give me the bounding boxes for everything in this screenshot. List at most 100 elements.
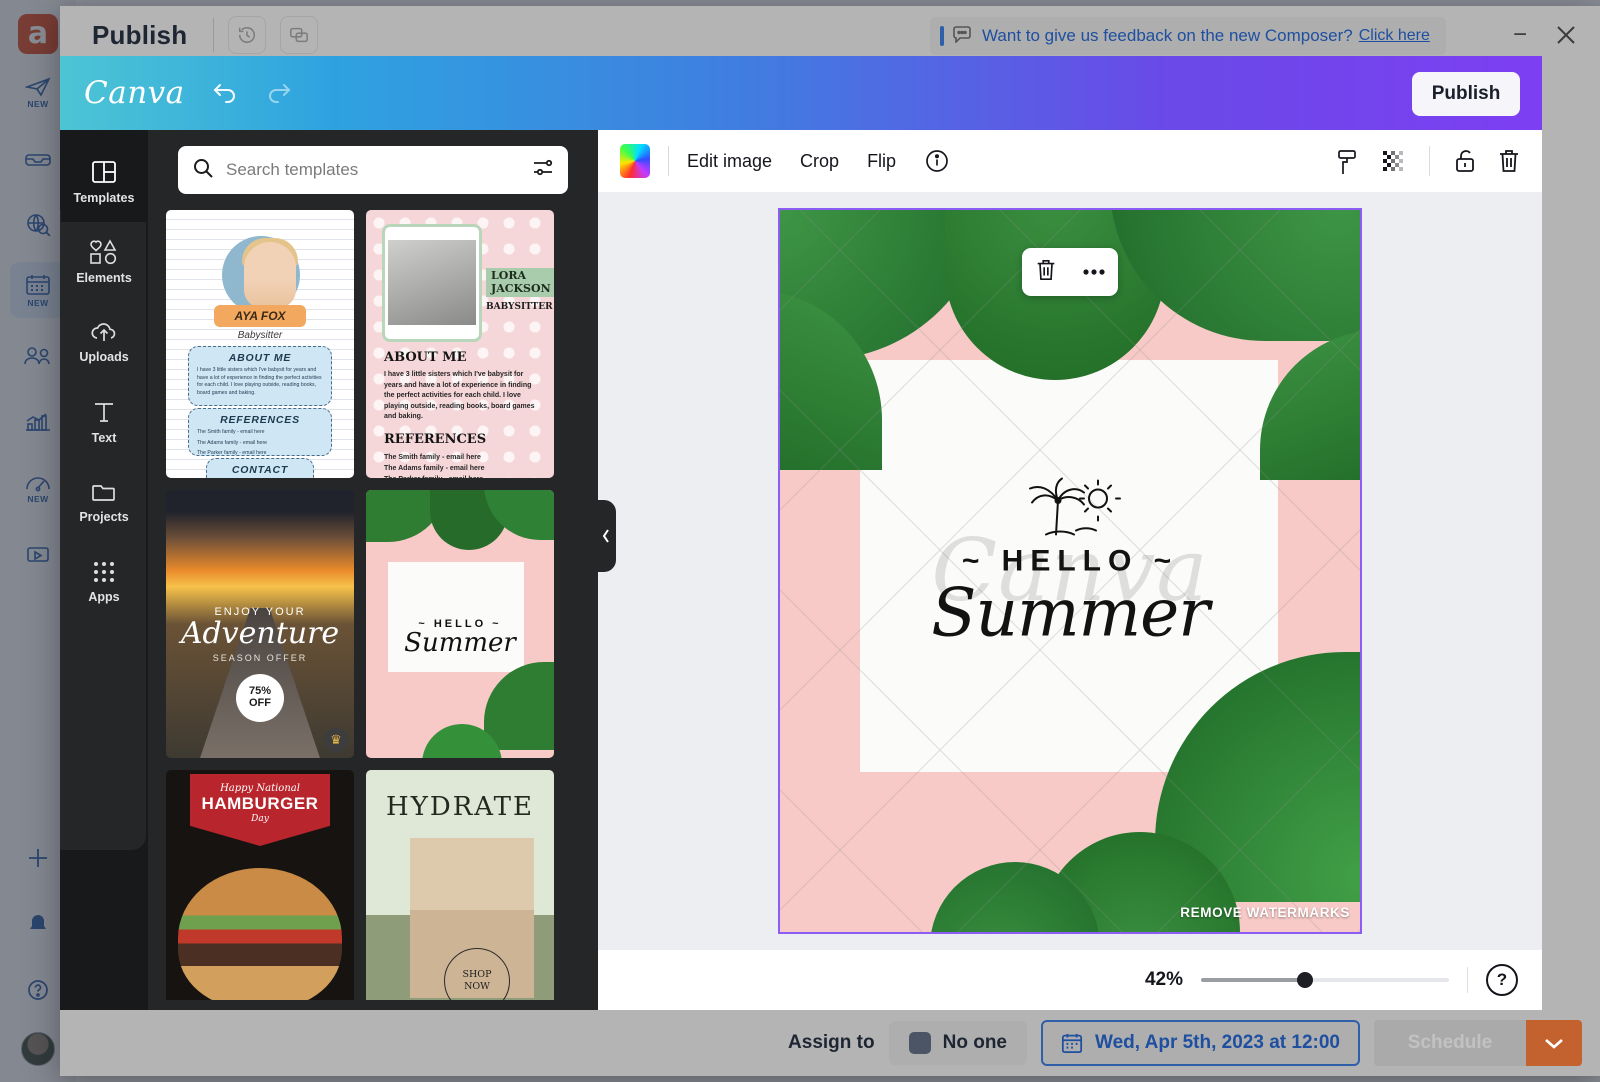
- template-line-1: Happy National: [220, 783, 300, 794]
- section-heading: REFERENCES: [220, 414, 300, 426]
- search-input[interactable]: [226, 160, 520, 180]
- remove-watermarks-label[interactable]: REMOVE WATERMARKS: [1180, 905, 1350, 920]
- design-text-group: ~ HELLO ~ Summer: [890, 476, 1250, 651]
- section-body: I have 3 little sisters which I've babys…: [197, 367, 322, 396]
- page-title: Publish: [92, 19, 188, 50]
- lock-icon: [1456, 150, 1474, 172]
- transparency-icon: [1383, 151, 1403, 171]
- canva-logo: Canva: [84, 75, 185, 111]
- template-photo: [382, 224, 482, 342]
- templates-icon: [92, 161, 116, 183]
- cta-line-1: SHOP: [462, 969, 492, 981]
- calendar-icon: [1061, 1033, 1083, 1054]
- assignee-name: No one: [942, 1032, 1007, 1053]
- feedback-accent-bar: [940, 26, 944, 46]
- editor-area: Edit image Crop Flip Canva ~ HELLO ~ Sum…: [598, 130, 1542, 1010]
- canva-body: Templates Elements Uploads Text Projects…: [60, 130, 1542, 1010]
- template-discount-badge: 75% OFF: [236, 674, 284, 722]
- redo-icon: [268, 83, 291, 103]
- sidebar-label-templates: Templates: [73, 191, 135, 205]
- modal-bottom-bar: Assign to No one Wed, Apr 5th, 2023 at 1…: [60, 1010, 1600, 1076]
- zoom-slider[interactable]: [1201, 972, 1449, 988]
- undo-button[interactable]: [211, 79, 239, 108]
- template-section-references: REFERENCES The Smith family - email here…: [188, 408, 332, 456]
- speech-bubble-icon: [952, 25, 972, 48]
- section-body: I have 3 little sisters which I've babys…: [384, 371, 535, 420]
- template-section-contact: CONTACT Text me here email me here: [206, 458, 314, 478]
- template-card[interactable]: AYA FOX Babysitter ABOUT ME I have 3 lit…: [166, 210, 354, 478]
- search-templates-box[interactable]: [178, 146, 568, 194]
- feedback-link[interactable]: Click here: [1359, 27, 1430, 45]
- sidebar-label-uploads: Uploads: [79, 350, 129, 364]
- version-history-button[interactable]: [228, 16, 267, 54]
- design-summer-text: Summer: [931, 574, 1210, 652]
- design-canvas[interactable]: Canva ~ HELLO ~ Summer REMOVE WATERMARKS: [778, 208, 1362, 934]
- color-swatch[interactable]: [620, 144, 650, 178]
- sidebar-item-uploads[interactable]: Uploads: [61, 302, 147, 382]
- sidebar-item-templates[interactable]: Templates: [61, 142, 147, 222]
- sidebar-item-elements[interactable]: Elements: [61, 222, 147, 302]
- delete-element-button[interactable]: [1035, 258, 1057, 287]
- palm-sun-icon: [1029, 477, 1121, 536]
- trash-icon: [1500, 150, 1518, 172]
- design-hello-text: ~ HELLO ~: [961, 544, 1179, 578]
- more-options-button[interactable]: [1082, 263, 1106, 281]
- schedule-date-button[interactable]: Wed, Apr 5th, 2023 at 12:00: [1041, 1020, 1360, 1066]
- feedback-banner[interactable]: Want to give us feedback on the new Comp…: [930, 17, 1446, 55]
- divider: [668, 146, 669, 176]
- section-body: The Adams family - email here: [197, 439, 268, 446]
- assign-to-label: Assign to: [788, 1032, 875, 1053]
- design-content: Canva ~ HELLO ~ Summer REMOVE WATERMARKS: [780, 210, 1360, 932]
- canva-tool-rail: Templates Elements Uploads Text Projects…: [60, 130, 148, 1010]
- template-card[interactable]: LORA JACKSON BABYSITTER ABOUT ME I have …: [366, 210, 554, 478]
- help-button[interactable]: ?: [1486, 964, 1518, 996]
- assignee-avatar: [908, 1032, 931, 1054]
- sidebar-item-projects[interactable]: Projects: [61, 462, 147, 542]
- template-card[interactable]: HYDRATE SHOP NOW CLEANSE TONE ♛: [366, 770, 554, 1000]
- sidebar-item-text[interactable]: Text: [61, 382, 147, 462]
- template-line-2: HAMBURGER: [201, 794, 319, 813]
- paint-roller-button[interactable]: [1335, 148, 1359, 174]
- template-card[interactable]: ENJOY YOUR Adventure SEASON OFFER 75% OF…: [166, 490, 354, 758]
- section-heading: CONTACT: [231, 464, 289, 476]
- template-artwork: [178, 868, 342, 1000]
- redo-button[interactable]: [265, 79, 293, 108]
- template-name: LORA JACKSON: [486, 268, 554, 298]
- minimize-button[interactable]: −: [1500, 16, 1540, 54]
- template-line-2: Adventure: [180, 616, 340, 651]
- schedule-options-button[interactable]: [1526, 1020, 1582, 1066]
- cta-line-2: NOW: [464, 981, 490, 992]
- schedule-button[interactable]: Schedule: [1374, 1020, 1526, 1066]
- transparency-button[interactable]: [1381, 149, 1405, 173]
- sidebar-label-elements: Elements: [76, 271, 132, 285]
- comments-button[interactable]: [280, 16, 319, 54]
- delete-button[interactable]: [1498, 148, 1520, 174]
- template-card[interactable]: ~ HELLO ~ Summer: [366, 490, 554, 758]
- canva-topbar: Canva Publish: [60, 56, 1542, 130]
- sidebar-label-text: Text: [91, 431, 117, 445]
- section-body: The Smith family - email here: [197, 429, 265, 435]
- info-button[interactable]: [924, 148, 950, 174]
- collapse-panel-button[interactable]: [596, 500, 616, 572]
- undo-icon: [213, 83, 235, 103]
- zoom-slider-fill: [1201, 978, 1306, 982]
- canvas-stage: Canva ~ HELLO ~ Summer REMOVE WATERMARKS: [598, 192, 1542, 950]
- template-avatar-face: [244, 242, 296, 308]
- lock-button[interactable]: [1454, 148, 1476, 174]
- template-banner: Happy National HAMBURGER Day: [190, 774, 330, 846]
- assignee-select[interactable]: No one: [888, 1021, 1027, 1065]
- cloud-upload-icon: [91, 323, 116, 341]
- sliders-icon[interactable]: [532, 158, 554, 183]
- section-body: The Parker family - email here: [384, 475, 538, 478]
- zoom-slider-knob[interactable]: [1297, 972, 1314, 988]
- edit-image-button[interactable]: Edit image: [687, 151, 772, 172]
- template-card[interactable]: Happy National HAMBURGER Day ORDER NOW ♛: [166, 770, 354, 1000]
- sidebar-item-apps[interactable]: Apps: [61, 542, 147, 622]
- crop-button[interactable]: Crop: [800, 151, 839, 172]
- flip-button[interactable]: Flip: [867, 151, 896, 172]
- divider: [1429, 146, 1430, 176]
- close-button[interactable]: [1546, 16, 1586, 54]
- templates-grid: AYA FOX Babysitter ABOUT ME I have 3 lit…: [148, 210, 598, 1000]
- canva-publish-button[interactable]: Publish: [1412, 72, 1520, 116]
- leaf-icon: [484, 662, 554, 750]
